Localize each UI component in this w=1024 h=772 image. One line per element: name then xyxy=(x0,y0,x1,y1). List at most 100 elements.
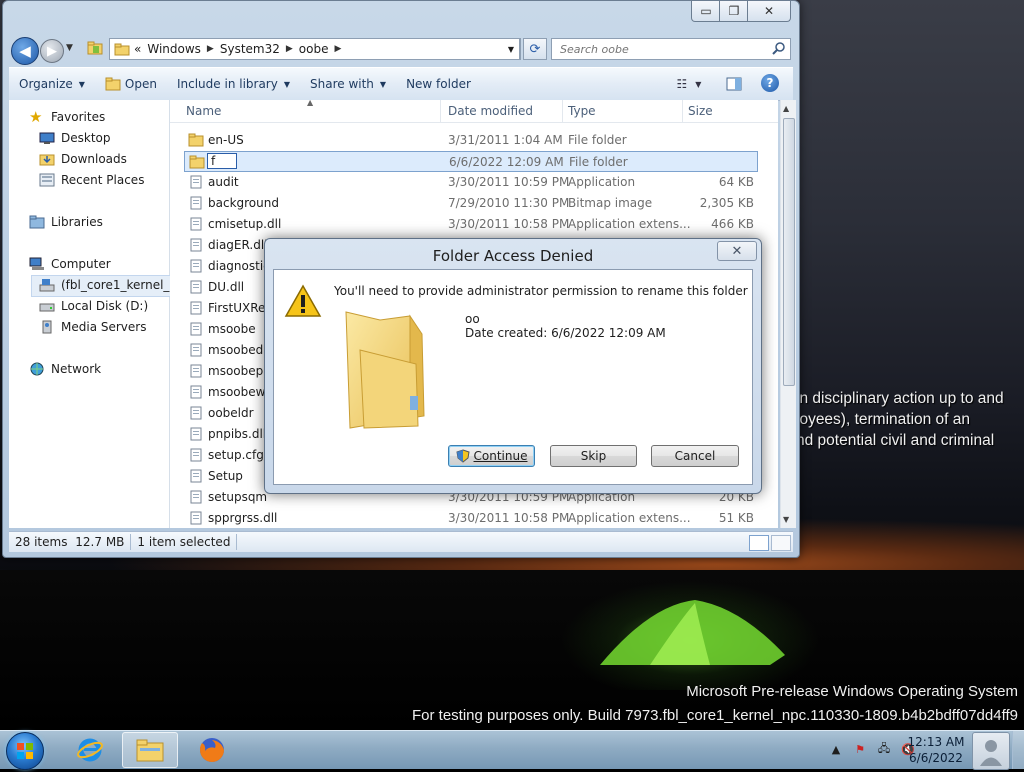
background-legal-text: in disciplinary action up to and loyees)… xyxy=(796,388,1004,451)
dialog-close-button[interactable]: ✕ xyxy=(717,241,757,261)
search-box[interactable] xyxy=(551,38,791,60)
nav-recent-places[interactable]: Recent Places xyxy=(39,173,144,187)
address-overflow[interactable]: « xyxy=(134,42,141,56)
chevron-right-icon[interactable]: ▶ xyxy=(334,44,341,54)
crumb-windows[interactable]: Windows xyxy=(147,42,201,56)
preview-pane-button[interactable] xyxy=(723,74,745,94)
tent-image xyxy=(600,600,785,665)
details-view-toggle[interactable] xyxy=(749,535,769,551)
network-status-icon[interactable]: 🖧 xyxy=(876,741,892,757)
table-row[interactable]: audit 3/30/2011 10:59 PM Application 64 KB xyxy=(184,172,758,193)
action-center-icon[interactable]: ⚑ xyxy=(852,741,868,757)
organize-button[interactable]: Organize ▼ xyxy=(9,77,95,91)
maximize-button[interactable]: ❐ xyxy=(719,1,749,22)
file-date: 3/30/2011 10:58 PM xyxy=(448,511,570,525)
nav-favorites-label: Favorites xyxy=(51,110,106,124)
item-name: oo xyxy=(465,312,480,326)
recent-places-icon xyxy=(39,173,55,187)
folder-up-icon[interactable] xyxy=(87,41,103,55)
skip-button[interactable]: Skip xyxy=(550,445,637,467)
column-date-modified[interactable]: Date modified xyxy=(448,104,533,118)
show-hidden-icons-icon[interactable]: ▲ xyxy=(828,741,844,757)
start-button[interactable] xyxy=(6,732,44,770)
arrow-left-icon: ◀ xyxy=(19,42,31,60)
scrollbar-thumb[interactable] xyxy=(783,118,795,386)
table-row[interactable]: f 6/6/2022 12:09 AM File folder xyxy=(184,151,758,172)
taskbar-firefox[interactable] xyxy=(184,732,240,768)
hard-drive-icon xyxy=(39,303,55,312)
nav-downloads[interactable]: Downloads xyxy=(39,152,127,166)
search-input[interactable] xyxy=(558,39,762,59)
include-in-library-button[interactable]: Include in library ▼ xyxy=(167,77,300,91)
folder-open-icon xyxy=(105,77,121,91)
table-row[interactable]: background 7/29/2010 11:30 PM Bitmap image… xyxy=(184,193,758,214)
scroll-down-icon[interactable]: ▼ xyxy=(783,515,789,524)
continue-button[interactable]: Continue xyxy=(448,445,535,467)
column-divider[interactable] xyxy=(682,100,683,122)
help-button[interactable]: ? xyxy=(761,74,779,92)
status-bar: 28 items 12.7 MB 1 item selected xyxy=(9,531,793,552)
large-icons-view-toggle[interactable] xyxy=(771,535,791,551)
crumb-oobe[interactable]: oobe xyxy=(299,42,329,56)
share-with-button[interactable]: Share with ▼ xyxy=(300,77,396,91)
taskbar-internet-explorer[interactable] xyxy=(62,732,118,768)
table-row[interactable]: spprgrss.dll 3/30/2011 10:58 PM Applicatio… xyxy=(184,508,758,528)
user-tile[interactable] xyxy=(972,732,1010,770)
nav-computer[interactable]: Computer xyxy=(29,257,111,271)
open-button[interactable]: Open xyxy=(95,77,167,91)
nav-drive-d[interactable]: Local Disk (D:) xyxy=(39,299,148,313)
scroll-up-icon[interactable]: ▲ xyxy=(783,104,789,113)
minimize-button[interactable]: ▭ xyxy=(691,1,721,22)
column-type[interactable]: Type xyxy=(568,104,596,118)
address-bar[interactable]: « Windows ▶ System32 ▶ oobe ▶ xyxy=(109,38,521,60)
clock-time: 12:13 AM xyxy=(907,735,965,749)
column-size[interactable]: Size xyxy=(688,104,713,118)
nav-drive-c[interactable]: (fbl_core1_kernel_np xyxy=(39,278,185,292)
new-folder-button[interactable]: New folder xyxy=(396,77,481,91)
recent-pages-dropdown[interactable]: ▼ xyxy=(66,43,73,53)
nav-desktop[interactable]: Desktop xyxy=(39,131,111,145)
chevron-right-icon[interactable]: ▶ xyxy=(286,44,293,54)
back-button[interactable]: ◀ xyxy=(11,37,39,65)
chevron-right-icon[interactable]: ▶ xyxy=(207,44,214,54)
nav-network[interactable]: Network xyxy=(29,362,101,376)
file-icon xyxy=(190,217,202,231)
file-icon xyxy=(190,238,202,252)
file-icon xyxy=(190,511,202,525)
file-icon xyxy=(190,385,202,399)
file-icon xyxy=(190,259,202,273)
status-items-text: 28 items xyxy=(15,535,68,549)
new-folder-label: New folder xyxy=(406,77,471,91)
chevron-down-icon: ▼ xyxy=(283,79,290,89)
internet-explorer-icon xyxy=(77,738,103,762)
nav-favorites[interactable]: ★ Favorites xyxy=(29,110,106,125)
table-row[interactable]: cmisetup.dll 3/30/2011 10:58 PM Applicatio… xyxy=(184,214,758,235)
taskbar: ▲ ⚑ 🖧 🔇 12:13 AM 6/6/2022 xyxy=(0,730,1024,770)
search-icon[interactable] xyxy=(772,41,786,55)
column-divider[interactable] xyxy=(440,100,441,122)
column-name[interactable]: Name xyxy=(186,104,221,118)
nav-libraries[interactable]: Libraries xyxy=(29,215,103,229)
vertical-scrollbar[interactable]: ▲ ▼ xyxy=(780,100,796,528)
column-divider[interactable] xyxy=(562,100,563,122)
address-dropdown[interactable]: ▼ xyxy=(503,38,520,60)
rename-input[interactable]: f xyxy=(207,153,237,169)
taskbar-windows-explorer[interactable] xyxy=(122,732,178,768)
file-type: Bitmap image xyxy=(568,196,653,210)
show-desktop-button[interactable] xyxy=(1012,731,1024,769)
clock[interactable]: 12:13 AM 6/6/2022 xyxy=(904,734,968,766)
media-server-icon xyxy=(42,320,52,334)
cancel-button[interactable]: Cancel xyxy=(651,445,739,467)
table-row[interactable]: en-US 3/31/2011 1:04 AM File folder xyxy=(184,130,758,151)
nav-media-servers[interactable]: Media Servers xyxy=(39,320,146,334)
file-size: 2,305 KB xyxy=(699,196,754,210)
item-date-created: Date created: 6/6/2022 12:09 AM xyxy=(465,326,666,340)
refresh-button[interactable]: ⟳ xyxy=(523,38,547,60)
file-date: 3/30/2011 10:58 PM xyxy=(448,217,570,231)
change-view-button[interactable]: ☷ ▼ xyxy=(669,74,709,94)
close-button[interactable]: ✕ xyxy=(747,1,791,22)
continue-label: Continue xyxy=(473,449,528,463)
forward-button[interactable]: ▶ xyxy=(40,39,64,63)
crumb-system32[interactable]: System32 xyxy=(220,42,280,56)
file-name: en-US xyxy=(208,133,244,147)
